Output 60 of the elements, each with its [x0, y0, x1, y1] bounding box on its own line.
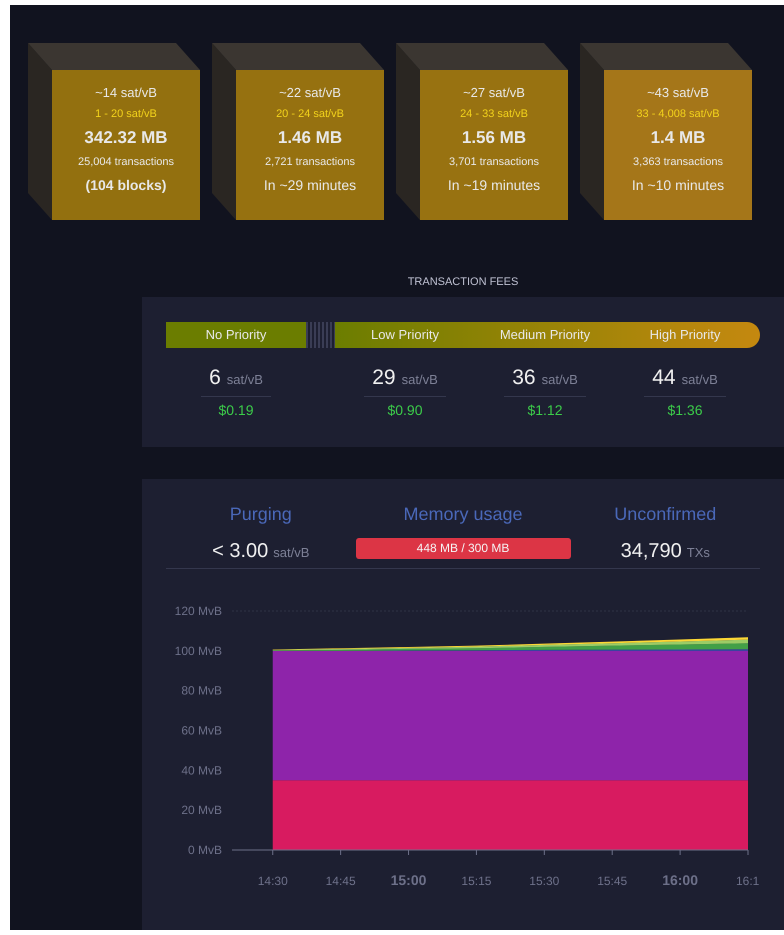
priority-label: High Priority: [648, 326, 722, 344]
y-axis-label: 60 MvB: [181, 723, 222, 737]
transaction-count: 3,363 transactions: [633, 155, 723, 169]
block-eta: In ~10 minutes: [632, 177, 724, 194]
fee-value: 44: [652, 364, 676, 390]
fee-range: 33 - 4,008 sat/vB: [636, 107, 720, 121]
block-eta: In ~19 minutes: [448, 177, 540, 194]
fee-range: 24 - 33 sat/vB: [460, 107, 528, 121]
block-size: 1.4 MB: [650, 128, 706, 148]
fee-unit: sat/vB: [226, 370, 263, 388]
transaction-count: 3,701 transactions: [449, 155, 539, 169]
y-axis-label: 100 MvB: [174, 643, 222, 658]
fee-unit: sat/vB: [682, 370, 718, 388]
fee-value: 36: [512, 364, 536, 390]
stat-unit: sat/vB: [273, 544, 310, 562]
priority-label: Medium Priority: [498, 326, 592, 344]
fee-usd: $0.19: [218, 401, 254, 420]
y-axis-label: 40 MvB: [181, 762, 222, 777]
x-axis-label: 14:45: [326, 874, 356, 888]
block-eta: In ~29 minutes: [264, 177, 356, 194]
fee-value: 6: [209, 364, 221, 390]
x-axis-label: 16:00: [662, 872, 698, 888]
section-title: TRANSACTION FEES: [408, 275, 518, 290]
transaction-count: 2,721 transactions: [265, 155, 355, 169]
fee-unit: sat/vB: [402, 370, 438, 388]
median-fee: ~14 sat/vB: [95, 85, 157, 101]
fee-usd: $0.90: [387, 401, 423, 420]
y-axis-label: 120 MvB: [174, 604, 222, 618]
stat-value: 34,790: [620, 538, 682, 564]
block-size: 342.32 MB: [84, 128, 168, 148]
stat-unit: TXs: [686, 544, 710, 562]
block-size: 1.46 MB: [278, 128, 342, 148]
y-axis-label: 0 MvB: [188, 842, 222, 856]
stat-label: Unconfirmed: [614, 502, 716, 526]
stat-label: Memory usage: [403, 502, 523, 526]
fee-unit: sat/vB: [542, 370, 578, 388]
memory-reading: 448 MB / 300 MB: [416, 540, 510, 556]
median-fee: ~43 sat/vB: [647, 85, 709, 101]
block-size: 1.56 MB: [462, 128, 526, 148]
block-eta: (104 blocks): [86, 177, 166, 194]
fee-range: 20 - 24 sat/vB: [276, 107, 344, 121]
priority-label: Low Priority: [370, 326, 440, 344]
priority-label: No Priority: [166, 322, 306, 348]
stat-label: Purging: [230, 502, 292, 526]
x-axis-label: 15:00: [390, 872, 426, 888]
median-fee: ~27 sat/vB: [463, 85, 525, 101]
fee-value: 29: [372, 364, 396, 390]
transaction-count: 25,004 transactions: [78, 155, 174, 169]
x-axis-label: 15:15: [461, 874, 492, 888]
x-axis-label: 16:1: [736, 874, 760, 888]
x-axis-label: 15:45: [597, 874, 628, 888]
median-fee: ~22 sat/vB: [279, 85, 341, 101]
x-axis-label: 14:30: [258, 874, 288, 888]
fee-usd: $1.36: [667, 401, 703, 420]
y-axis-label: 20 MvB: [181, 802, 222, 817]
fee-usd: $1.12: [527, 401, 563, 420]
y-axis-label: 80 MvB: [181, 683, 222, 698]
fee-range: 1 - 20 sat/vB: [95, 107, 157, 121]
x-axis-label: 15:30: [529, 874, 560, 888]
stat-value: < 3.00: [212, 538, 268, 564]
